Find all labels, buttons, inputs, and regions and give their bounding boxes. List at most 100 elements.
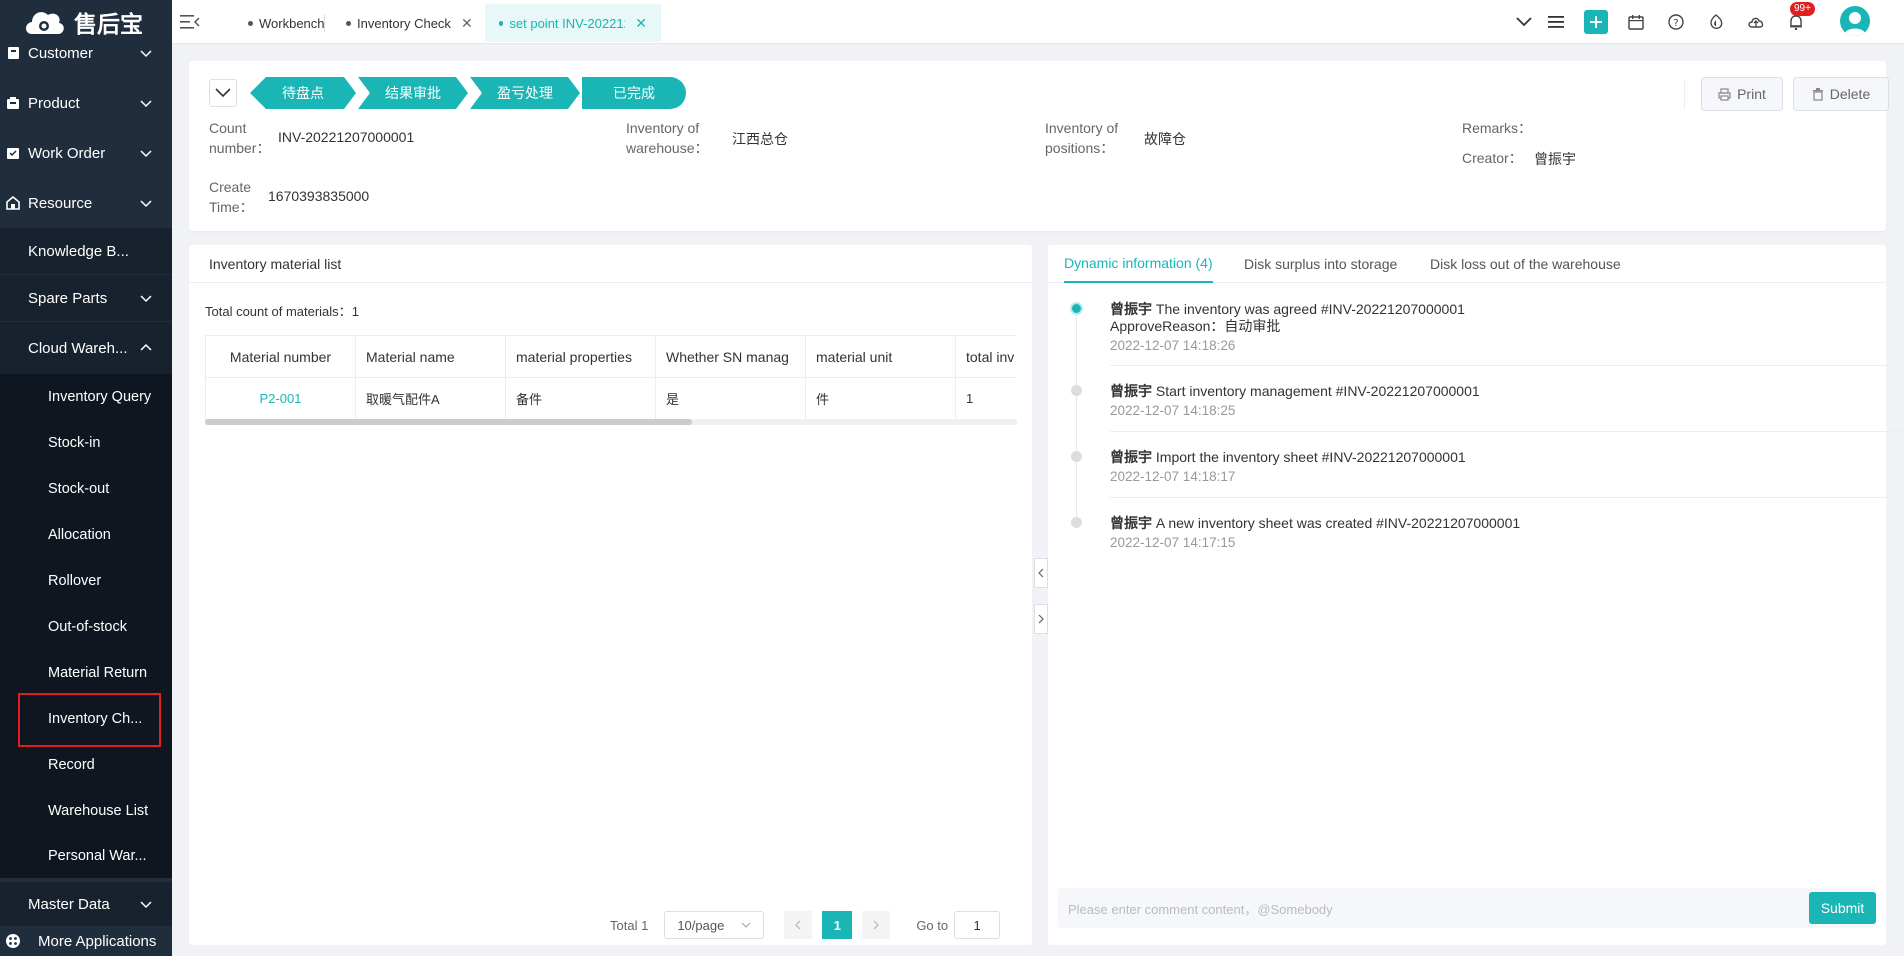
sidebar-item-label: Resource	[28, 194, 93, 212]
sidebar-item-label: Product	[28, 94, 80, 112]
sidebar-item-warehouse-list[interactable]: Warehouse List	[0, 788, 172, 834]
event-text: The inventory was agreed #INV-2022120700…	[1152, 301, 1465, 317]
tab-dot-icon	[248, 20, 253, 26]
event-user: 曾振宇	[1110, 515, 1152, 531]
sidebar-item-product[interactable]: Product	[0, 80, 172, 126]
table-cell: 1	[955, 377, 1017, 420]
sidebar-item-stock-in[interactable]: Stock-in	[0, 420, 172, 466]
sidebar-item-resource[interactable]: Resource	[0, 180, 172, 226]
menu-fold-icon[interactable]	[178, 10, 202, 34]
column-header[interactable]: Material name	[355, 335, 506, 378]
sidebar-item-cloud-warehouse[interactable]: Cloud Wareh...	[0, 322, 172, 374]
event-time: 2022-12-07 14:18:26	[1110, 338, 1236, 353]
tab-disk-surplus[interactable]: Disk surplus into storage	[1244, 245, 1397, 283]
cloud-upload-icon[interactable]	[1744, 10, 1768, 34]
dynamic-tabs: Dynamic information (4) Disk surplus int…	[1048, 245, 1886, 283]
delete-button[interactable]: Delete	[1793, 77, 1889, 111]
chevron-right-icon	[873, 920, 880, 930]
creator-label: Creator：	[1462, 150, 1523, 166]
sidebar-item-material-return[interactable]: Material Return	[0, 650, 172, 696]
chevron-up-icon	[140, 343, 152, 351]
calendar-icon[interactable]	[1624, 10, 1648, 34]
sidebar-item-spare-parts[interactable]: Spare Parts	[0, 275, 172, 321]
chevron-left-icon	[1038, 568, 1044, 578]
sidebar-item-work-order[interactable]: Work Order	[0, 130, 172, 176]
column-header[interactable]: total inv	[955, 335, 1017, 378]
timeline-event: 曾振宇 Start inventory management #INV-2022…	[1110, 383, 1900, 418]
avatar[interactable]	[1840, 6, 1870, 36]
warehouse-label: Inventory of warehouse：	[626, 120, 709, 156]
column-header[interactable]: Whether SN manag	[655, 335, 806, 378]
sidebar-item-personal-warehouse[interactable]: Personal War...	[0, 834, 172, 878]
table-cell: 件	[805, 377, 956, 420]
sidebar-item-inventory-query[interactable]: Inventory Query	[0, 374, 172, 420]
comment-input[interactable]: Please enter comment content，@Somebody	[1058, 888, 1874, 928]
timeline-event: 曾振宇 A new inventory sheet was created #I…	[1110, 515, 1900, 550]
material-table-wrap: Material number Material name material p…	[205, 335, 1017, 425]
tab-dynamic-information[interactable]: Dynamic information (4)	[1064, 245, 1213, 283]
sidebar-item-out-of-stock[interactable]: Out-of-stock	[0, 604, 172, 650]
sidebar-item-label: Rollover	[48, 573, 102, 589]
collapse-left-handle[interactable]	[1034, 558, 1048, 588]
sidebar-item-label: Stock-out	[48, 481, 110, 497]
sidebar-item-label: Material Return	[48, 665, 148, 681]
tab-set-point[interactable]: set point INV-2022120... ✕	[485, 4, 661, 42]
page-size-select[interactable]: 10/page	[664, 911, 765, 939]
chevron-down-icon	[140, 295, 152, 303]
sidebar-item-inventory-check[interactable]: Inventory Ch...	[0, 696, 172, 742]
positions-label: Inventory of positions：	[1045, 120, 1119, 156]
sidebar-item-allocation[interactable]: Allocation	[0, 512, 172, 558]
sidebar-item-record[interactable]: Record	[0, 742, 172, 788]
sidebar-item-knowledge-base[interactable]: Knowledge B...	[0, 228, 172, 274]
close-icon[interactable]: ✕	[461, 15, 473, 32]
event-extra: ApproveReason：自动审批	[1110, 318, 1281, 334]
print-button[interactable]: Print	[1701, 77, 1783, 111]
sidebar-item-label: Knowledge B...	[28, 242, 129, 260]
page-number-current[interactable]: 1	[822, 911, 853, 939]
chevron-down-icon[interactable]	[1512, 10, 1536, 34]
chevron-down-icon	[215, 88, 231, 98]
event-user: 曾振宇	[1110, 449, 1152, 465]
column-header[interactable]: Material number	[205, 335, 356, 378]
sidebar-item-label: Inventory Ch...	[48, 711, 143, 727]
event-text: A new inventory sheet was created #INV-2…	[1152, 515, 1521, 531]
inventory-header-card: 待盘点 结果审批 盈亏处理 已完成 Print Delete Count numb…	[189, 61, 1889, 231]
next-page-button[interactable]	[862, 911, 891, 939]
sidebar-item-stock-out[interactable]: Stock-out	[0, 466, 172, 512]
close-icon[interactable]: ✕	[635, 15, 647, 32]
material-table: Material number Material name material p…	[205, 335, 1017, 420]
tab-disk-loss[interactable]: Disk loss out of the warehouse	[1430, 245, 1621, 283]
column-header[interactable]: material properties	[505, 335, 656, 378]
goto-page-input[interactable]: 1	[954, 911, 1001, 939]
chevron-down-icon	[140, 200, 152, 208]
help-icon[interactable]: ?	[1664, 10, 1688, 34]
sidebar-item-label: Warehouse List	[48, 803, 149, 819]
tab-dot-icon	[499, 20, 504, 26]
sidebar-item-master-data[interactable]: Master Data	[0, 882, 172, 926]
column-header[interactable]: material unit	[805, 335, 956, 378]
horizontal-scrollbar-thumb[interactable]	[205, 419, 692, 425]
prev-page-button[interactable]	[784, 911, 813, 939]
sidebar-item-label: Personal War...	[48, 848, 147, 864]
sidebar-item-label: Record	[48, 757, 95, 773]
delete-label: Delete	[1829, 86, 1871, 102]
tab-inventory-check[interactable]: Inventory Check ✕	[332, 4, 487, 42]
sidebar-more-applications[interactable]: More Applications	[0, 926, 172, 956]
collapse-toggle[interactable]	[209, 79, 237, 107]
material-list-panel: Inventory material list Total count of m…	[189, 245, 1032, 945]
dynamic-info-panel: Dynamic information (4) Disk surplus int…	[1048, 245, 1904, 945]
notification-badge: 99+	[1790, 2, 1815, 16]
add-icon[interactable]	[1584, 10, 1608, 34]
list-menu-icon[interactable]	[1544, 10, 1568, 34]
sidebar-item-customer[interactable]: Customer	[0, 31, 172, 75]
material-number-link[interactable]: P2-001	[205, 377, 356, 420]
tab-workbench[interactable]: Workbench	[234, 4, 339, 42]
theme-icon[interactable]	[1704, 10, 1728, 34]
collapse-right-handle[interactable]	[1034, 604, 1048, 634]
create-time-label: Create Time：	[209, 179, 254, 215]
submit-button[interactable]: Submit	[1809, 892, 1876, 924]
timeline-event: 曾振宇 The inventory was agreed #INV-202212…	[1110, 301, 1900, 353]
sidebar-item-rollover[interactable]: Rollover	[0, 558, 172, 604]
timeline-dot	[1071, 451, 1082, 462]
chevron-down-icon	[741, 922, 751, 928]
